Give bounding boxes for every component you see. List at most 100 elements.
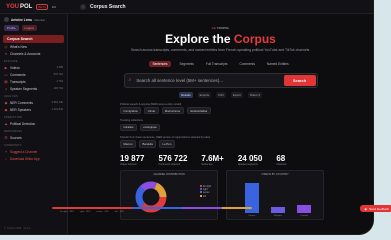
feedback-icon: ◉: [364, 206, 367, 211]
sidebar-item-icon: +: [4, 149, 8, 154]
search-mode-tabs: Sentences Segments Full Transcripts Comment…: [68, 60, 373, 67]
sidebar-item-label: Download Wiltor App: [10, 156, 40, 161]
sidebar-section-title: RESOURCES: [4, 130, 23, 133]
chart-panels: CHANNEL DISTRIBUTION far right right cente…: [120, 169, 373, 220]
chip[interactable]: Immigration: [120, 107, 142, 115]
sidebar-nav: ◎ What's New ≡ Channels & Accounts EXPLORE ▶ V…: [0, 43, 67, 162]
sidebar-item[interactable]: ◆ NER Speakers 1 201 844: [0, 106, 67, 113]
feedback-button[interactable]: ◉ Send feedback: [360, 205, 391, 212]
sidebar-item[interactable]: ♫ Speaker Segments 193 794: [0, 85, 67, 92]
sidebar: Antoine Lemu Member Profile Logout Corpu…: [0, 14, 68, 234]
tab-sentences[interactable]: Sentences: [149, 60, 171, 67]
chip[interactable]: écologique: [139, 123, 161, 131]
legend-swatch: [199, 188, 202, 191]
legend-label: left: [202, 194, 207, 198]
overline: DE YOUPOL: [68, 26, 373, 30]
feedback-label: Send feedback: [368, 206, 389, 211]
filter-chip[interactable]: CSV: [216, 91, 226, 98]
sidebar-item[interactable]: ☰ Sources: [0, 134, 67, 141]
strip-legend-entry: left · 19%: [114, 211, 124, 213]
channel-distribution-panel: CHANNEL DISTRIBUTION far right right cente…: [120, 169, 218, 220]
chip[interactable]: retraites: [120, 123, 137, 131]
search-input[interactable]: [134, 76, 289, 84]
bar-category-label: France: [248, 214, 256, 217]
filter-chip[interactable]: Exports: [197, 91, 212, 98]
logo-white-part: POL: [20, 3, 33, 10]
stat-card: 68 Channels: [276, 154, 286, 166]
bar: [271, 207, 285, 213]
stat-value: 19 877: [120, 153, 145, 163]
sidebar-item[interactable]: ↓ Download Wiltor App: [0, 155, 67, 162]
sidebar-item-label: Suggest a Channel: [10, 149, 38, 154]
chip[interactable]: réindustrialisa: [186, 107, 211, 115]
hero-title: Explore the Corpus: [68, 32, 373, 46]
chip[interactable]: Macronisme: [161, 107, 184, 115]
user-card: Antoine Lemu Member: [0, 14, 67, 23]
chip[interactable]: climat: [144, 107, 159, 115]
sidebar-item-label: Channels & Accounts: [10, 51, 41, 56]
result-filters: Results Exports CSV Export Filters ▾: [68, 91, 373, 98]
sidebar-item-icon: ▤: [4, 79, 8, 84]
sidebar-item-icon: ◎: [4, 44, 8, 49]
hero-subtitle: Search across transcripts, comments, and…: [130, 48, 311, 52]
sidebar-footer: © YouPol 2025 · v1.4.2: [4, 227, 31, 230]
sidebar-item[interactable]: ≡ Channels & Accounts: [0, 50, 67, 57]
popular-label: Popular from these sentences, (NER perso…: [120, 135, 211, 139]
chip[interactable]: Macron: [120, 140, 137, 148]
stat-label: Videos indexed: [120, 162, 137, 166]
logo-red-part: YOU: [6, 3, 20, 10]
tab-named-entities[interactable]: Named Entities: [264, 61, 292, 67]
filter-chip[interactable]: Results: [179, 91, 193, 98]
sidebar-item-count: 1 201 844: [51, 108, 63, 111]
sidebar-item-label: NER Speakers: [10, 107, 32, 112]
sidebar-item[interactable]: ◎ What's New: [0, 43, 67, 50]
profile-button[interactable]: Profile: [4, 25, 19, 31]
main-content: DE YOUPOL Explore the Corpus Search acro…: [68, 14, 373, 234]
stat-value: 7.6M+: [201, 153, 224, 163]
videos-by-country-panel: VIDEOS BY COUNTRY France Belgium Canada: [226, 169, 324, 220]
sidebar-item-count: 4 489: [56, 66, 64, 69]
chip[interactable]: Bardella: [139, 140, 157, 148]
overline-brand: YOUPOL: [216, 26, 230, 30]
sidebar-item[interactable]: ▤ Transcripts 4 754: [0, 78, 67, 85]
sidebar-item[interactable]: ▶ Videos 4 489: [0, 64, 67, 71]
sidebar-item-icon: ☰: [4, 135, 8, 140]
sidebar-item-icon: ▲: [4, 121, 8, 126]
trending-chips: retraites écologique: [120, 123, 373, 131]
stats-row: 19 877 Videos indexed 576 722 Comments coll…: [120, 154, 373, 166]
strip-legend: far right · 38% right · 24% centre · 19% le…: [60, 211, 124, 213]
sidebar-item-label: Sources: [10, 135, 22, 140]
app-window: YOU POL BETA EN ‹ Corpus Search Antoine …: [0, 0, 373, 234]
filter-chip[interactable]: Filters ▾: [247, 91, 262, 98]
stat-card: 576 722 Comments collected: [158, 154, 187, 166]
sidebar-section-title: PREDICTION: [4, 116, 22, 119]
sidebar-item[interactable]: ◆ NER Comments 3 981 140: [0, 99, 67, 106]
avatar[interactable]: [4, 17, 9, 22]
legend-swatch: [199, 184, 202, 187]
sidebar-item-label: NER Comments: [10, 100, 34, 105]
sidebar-item[interactable]: ▭ Comments 576 722: [0, 71, 67, 78]
brand[interactable]: YOU POL BETA EN: [0, 3, 76, 10]
filter-chip[interactable]: Export: [230, 91, 243, 98]
tab-full-transcripts[interactable]: Full Transcripts: [203, 61, 231, 67]
beta-badge: BETA: [36, 3, 48, 10]
sidebar-item-label: Videos: [10, 65, 20, 70]
stat-value: 576 722: [158, 153, 188, 163]
donut-legend: far right right center left: [199, 184, 211, 199]
strip-legend-entry: right · 24%: [79, 211, 91, 213]
tab-segments[interactable]: Segments: [177, 61, 197, 67]
tab-comments[interactable]: Comments: [237, 61, 258, 67]
stat-label: Speaker segments: [237, 162, 258, 166]
stat-label: Channels: [276, 162, 287, 166]
language-switch[interactable]: EN: [52, 5, 56, 9]
trending-label: Trending collections: [120, 119, 143, 123]
top-bar: YOU POL BETA EN ‹ Corpus Search: [0, 0, 373, 14]
sidebar-item[interactable]: ▲ Political Detection: [0, 120, 67, 127]
logout-button[interactable]: Logout: [21, 25, 37, 31]
search-button[interactable]: Search: [283, 74, 316, 86]
bar: [297, 204, 311, 213]
chip[interactable]: Le Pen: [159, 140, 175, 148]
sidebar-item[interactable]: + Suggest a Channel: [0, 148, 67, 155]
sidebar-item-corpus-search[interactable]: Corpus Search: [3, 35, 64, 43]
sidebar-toggle-icon[interactable]: ‹: [80, 3, 86, 10]
